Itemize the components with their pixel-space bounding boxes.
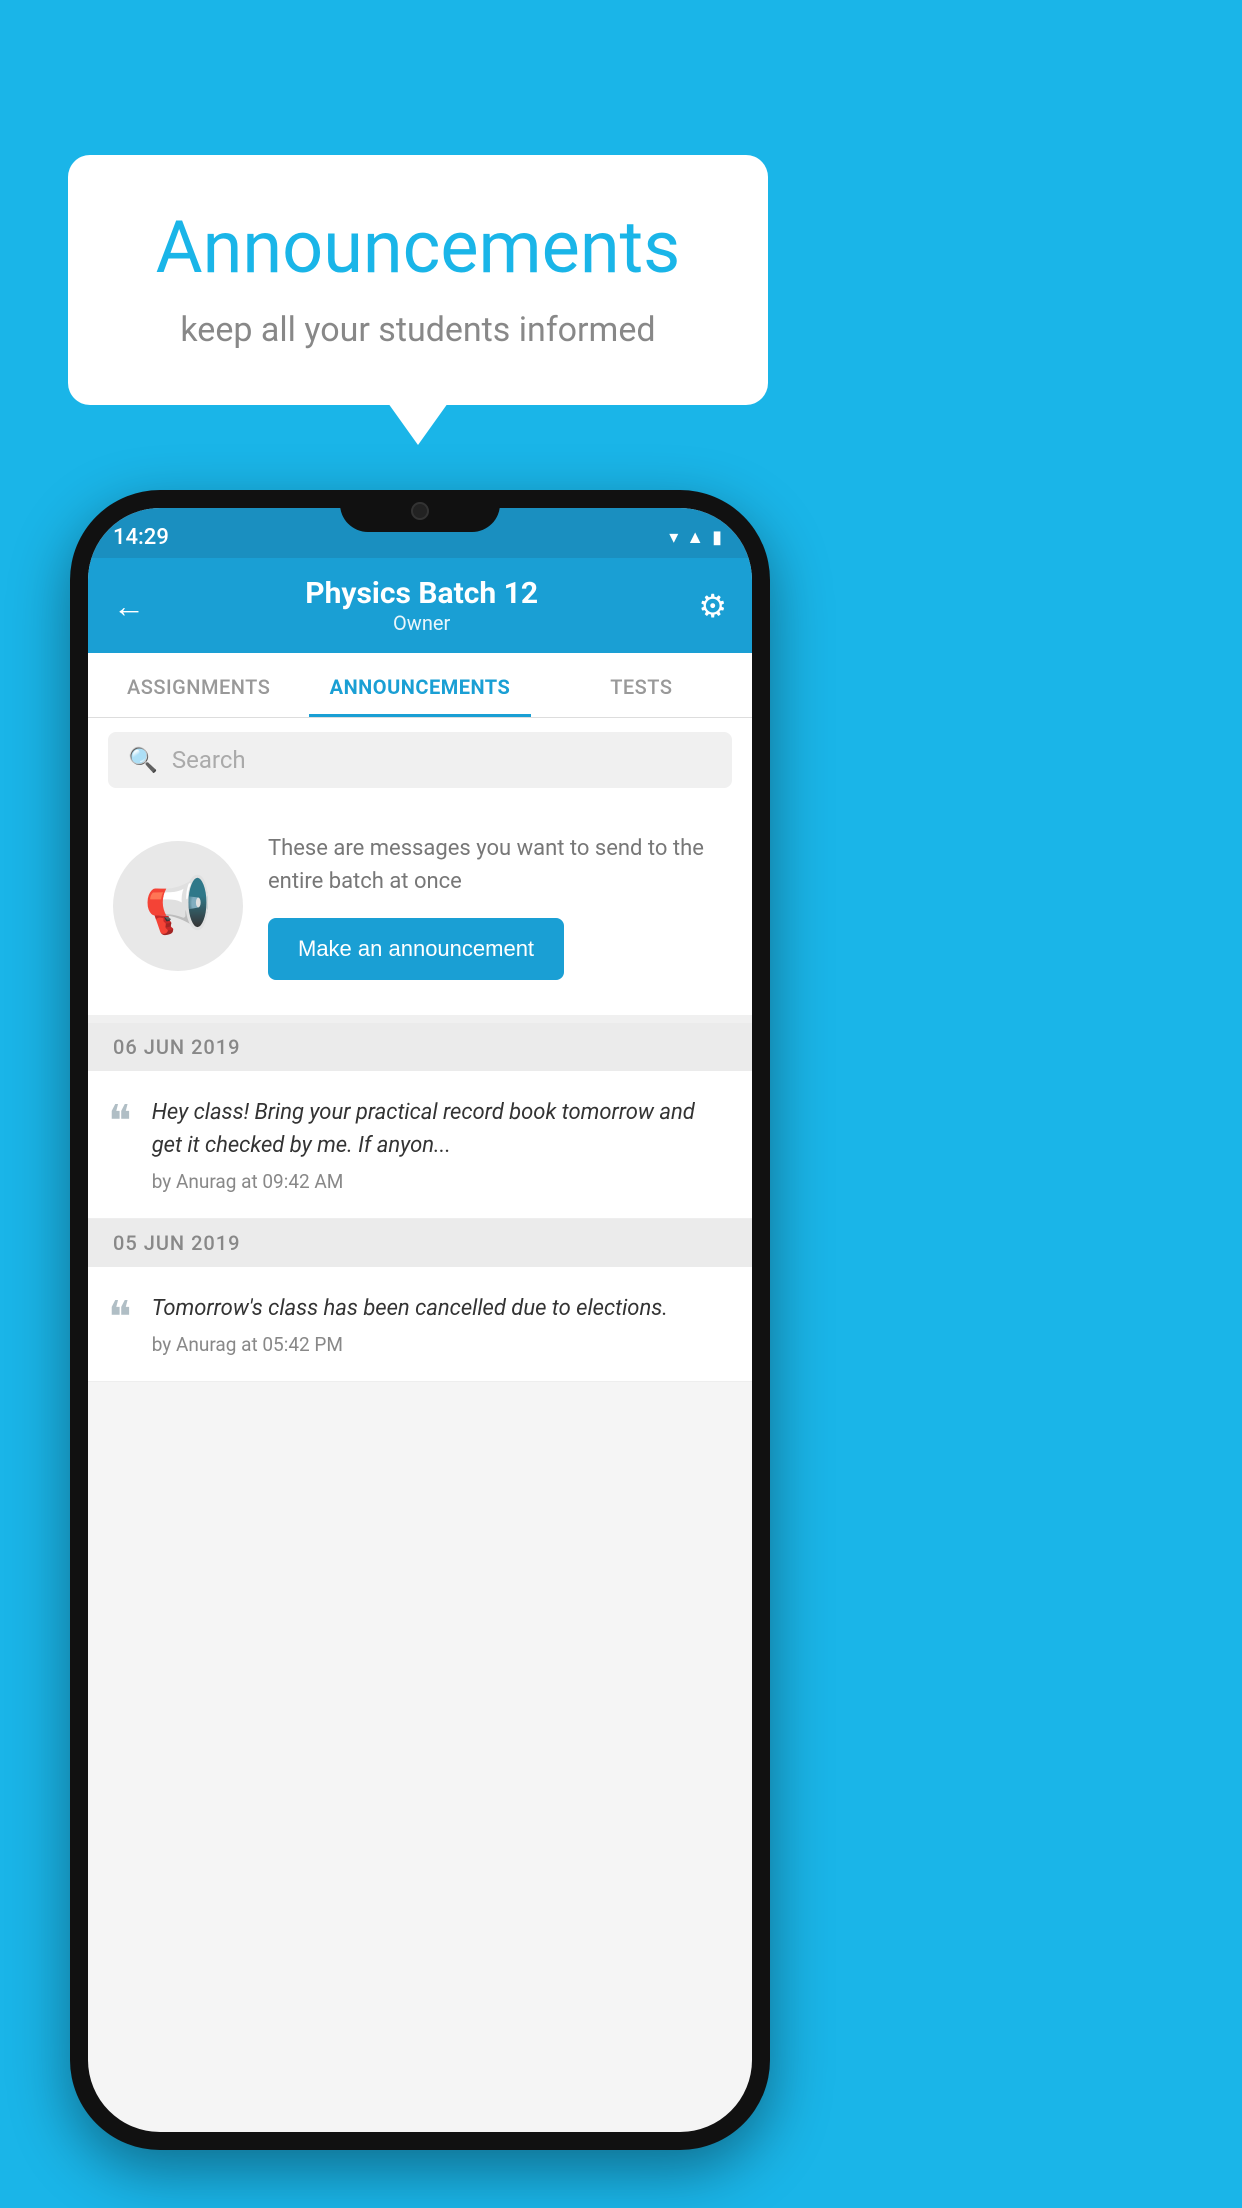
announcement-content-2: Tomorrow's class has been cancelled due … xyxy=(152,1292,727,1356)
tabs-bar: ASSIGNMENTS ANNOUNCEMENTS TESTS xyxy=(88,653,752,718)
tab-tests[interactable]: TESTS xyxy=(531,653,752,717)
search-icon: 🔍 xyxy=(128,746,158,774)
announcement-item-2[interactable]: ❝ Tomorrow's class has been cancelled du… xyxy=(88,1267,752,1382)
status-time: 14:29 xyxy=(113,525,169,550)
announcement-text-1: Hey class! Bring your practical record b… xyxy=(152,1096,727,1162)
battery-icon: ▮ xyxy=(712,527,722,548)
batch-title: Physics Batch 12 xyxy=(305,576,538,611)
make-announcement-button[interactable]: Make an announcement xyxy=(268,918,564,980)
announcement-text-2: Tomorrow's class has been cancelled due … xyxy=(152,1292,727,1325)
megaphone-circle: 📢 xyxy=(113,841,243,971)
search-bar[interactable]: 🔍 Search xyxy=(108,732,732,788)
quote-icon-2: ❝ xyxy=(108,1296,132,1340)
phone-notch xyxy=(340,490,500,532)
promo-right: These are messages you want to send to t… xyxy=(268,832,727,980)
search-placeholder: Search xyxy=(172,746,246,774)
phone-wrapper: 14:29 ▾ ▲ ▮ ← Physics Batch 12 Owner ⚙ xyxy=(70,490,770,2150)
phone-screen: 14:29 ▾ ▲ ▮ ← Physics Batch 12 Owner ⚙ xyxy=(88,508,752,2132)
wifi-icon: ▾ xyxy=(669,527,678,548)
announcement-meta-1: by Anurag at 09:42 AM xyxy=(152,1170,727,1193)
phone-camera xyxy=(411,502,429,520)
quote-icon-1: ❝ xyxy=(108,1100,132,1144)
bubble-title: Announcements xyxy=(128,205,708,290)
date-separator-june6: 06 JUN 2019 xyxy=(88,1023,752,1071)
bubble-subtitle: keep all your students informed xyxy=(128,310,708,350)
promo-description: These are messages you want to send to t… xyxy=(268,832,727,898)
search-container: 🔍 Search xyxy=(88,718,752,802)
back-button[interactable]: ← xyxy=(113,587,145,625)
batch-subtitle: Owner xyxy=(305,611,538,635)
megaphone-icon: 📢 xyxy=(144,874,212,938)
speech-bubble-container: Announcements keep all your students inf… xyxy=(68,155,768,405)
top-bar-center: Physics Batch 12 Owner xyxy=(305,576,538,635)
top-bar: ← Physics Batch 12 Owner ⚙ xyxy=(88,558,752,653)
tab-assignments[interactable]: ASSIGNMENTS xyxy=(88,653,309,717)
status-icons: ▾ ▲ ▮ xyxy=(669,527,722,548)
phone-frame: 14:29 ▾ ▲ ▮ ← Physics Batch 12 Owner ⚙ xyxy=(70,490,770,2150)
announcement-item-1[interactable]: ❝ Hey class! Bring your practical record… xyxy=(88,1071,752,1219)
announcement-content-1: Hey class! Bring your practical record b… xyxy=(152,1096,727,1193)
date-separator-june5: 05 JUN 2019 xyxy=(88,1219,752,1267)
promo-card: 📢 These are messages you want to send to… xyxy=(88,802,752,1023)
announcement-meta-2: by Anurag at 05:42 PM xyxy=(152,1333,727,1356)
tab-announcements[interactable]: ANNOUNCEMENTS xyxy=(309,653,530,717)
speech-bubble: Announcements keep all your students inf… xyxy=(68,155,768,405)
settings-icon[interactable]: ⚙ xyxy=(698,587,727,625)
signal-icon: ▲ xyxy=(686,527,704,548)
